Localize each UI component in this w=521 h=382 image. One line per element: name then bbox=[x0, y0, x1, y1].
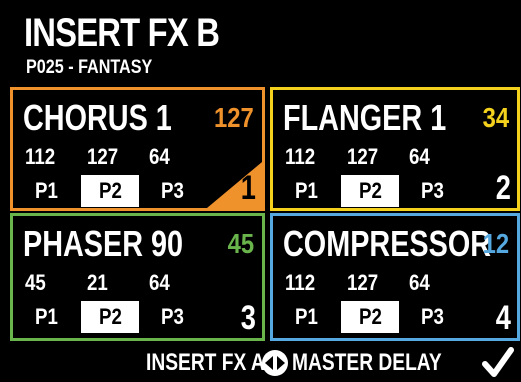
fx-slot-3[interactable]: PHASER 90 45 45 21 64 P1 P2 P3 3 bbox=[10, 213, 265, 341]
tab-p3[interactable]: P3 bbox=[143, 175, 201, 207]
param-tabs: P1 P2 P3 bbox=[15, 301, 215, 333]
slot-number: 1 bbox=[240, 169, 256, 207]
tab-p1[interactable]: P1 bbox=[17, 175, 75, 207]
fx-level: 12 bbox=[482, 228, 509, 259]
param-value-1: 112 bbox=[25, 144, 56, 169]
param-value-2: 21 bbox=[87, 270, 108, 295]
fx-slot-4[interactable]: COMPRESSOR 12 112 127 64 P1 P2 P3 4 bbox=[270, 213, 520, 341]
slot-number: 4 bbox=[495, 299, 511, 337]
fx-slot-1[interactable]: CHORUS 1 127 112 127 64 P1 P2 P3 1 bbox=[10, 87, 265, 211]
param-value-1: 112 bbox=[285, 144, 316, 169]
left-right-arrows-icon[interactable] bbox=[261, 349, 289, 377]
tab-p1[interactable]: P1 bbox=[17, 301, 75, 333]
page-title: INSERT FX B bbox=[24, 11, 220, 55]
prev-page-link[interactable]: INSERT FX A bbox=[146, 349, 265, 377]
param-value-2: 127 bbox=[87, 144, 119, 169]
param-value-2: 127 bbox=[347, 144, 379, 169]
tab-p2[interactable]: P2 bbox=[341, 175, 399, 207]
tab-p3[interactable]: P3 bbox=[403, 301, 461, 333]
param-value-1: 45 bbox=[25, 270, 46, 295]
param-values: 112 127 64 bbox=[285, 270, 455, 298]
fx-slot-2[interactable]: FLANGER 1 34 112 127 64 P1 P2 P3 2 bbox=[270, 87, 520, 211]
tab-p1[interactable]: P1 bbox=[277, 301, 335, 333]
tab-p3[interactable]: P3 bbox=[403, 175, 461, 207]
preset-name: P025 - FANTASY bbox=[26, 57, 153, 78]
next-page-link[interactable]: MASTER DELAY bbox=[292, 349, 442, 377]
fx-name: COMPRESSOR bbox=[283, 223, 492, 264]
param-value-3: 64 bbox=[149, 270, 170, 295]
tab-p2[interactable]: P2 bbox=[81, 301, 139, 333]
param-tabs: P1 P2 P3 bbox=[15, 175, 215, 207]
param-tabs: P1 P2 P3 bbox=[275, 301, 475, 333]
checkmark-icon[interactable] bbox=[482, 347, 514, 379]
param-value-2: 127 bbox=[347, 270, 379, 295]
slot-number: 3 bbox=[240, 299, 256, 337]
fx-name: CHORUS 1 bbox=[23, 97, 172, 138]
fx-screen: INSERT FX B P025 - FANTASY CHORUS 1 127 … bbox=[0, 0, 521, 382]
fx-name: FLANGER 1 bbox=[283, 97, 447, 138]
param-value-3: 64 bbox=[409, 144, 430, 169]
fx-level: 127 bbox=[214, 102, 254, 133]
fx-level: 34 bbox=[482, 102, 509, 133]
param-value-3: 64 bbox=[409, 270, 430, 295]
tab-p1[interactable]: P1 bbox=[277, 175, 335, 207]
param-value-3: 64 bbox=[149, 144, 170, 169]
fx-name: PHASER 90 bbox=[23, 223, 184, 264]
param-value-1: 112 bbox=[285, 270, 316, 295]
param-values: 45 21 64 bbox=[25, 270, 195, 298]
fx-level: 45 bbox=[227, 228, 254, 259]
footer-nav: INSERT FX A MASTER DELAY bbox=[0, 343, 521, 382]
tab-p3[interactable]: P3 bbox=[143, 301, 201, 333]
param-values: 112 127 64 bbox=[25, 144, 195, 172]
slot-number: 2 bbox=[495, 169, 511, 207]
param-tabs: P1 P2 P3 bbox=[275, 175, 475, 207]
tab-p2[interactable]: P2 bbox=[81, 175, 139, 207]
param-values: 112 127 64 bbox=[285, 144, 455, 172]
tab-p2[interactable]: P2 bbox=[341, 301, 399, 333]
